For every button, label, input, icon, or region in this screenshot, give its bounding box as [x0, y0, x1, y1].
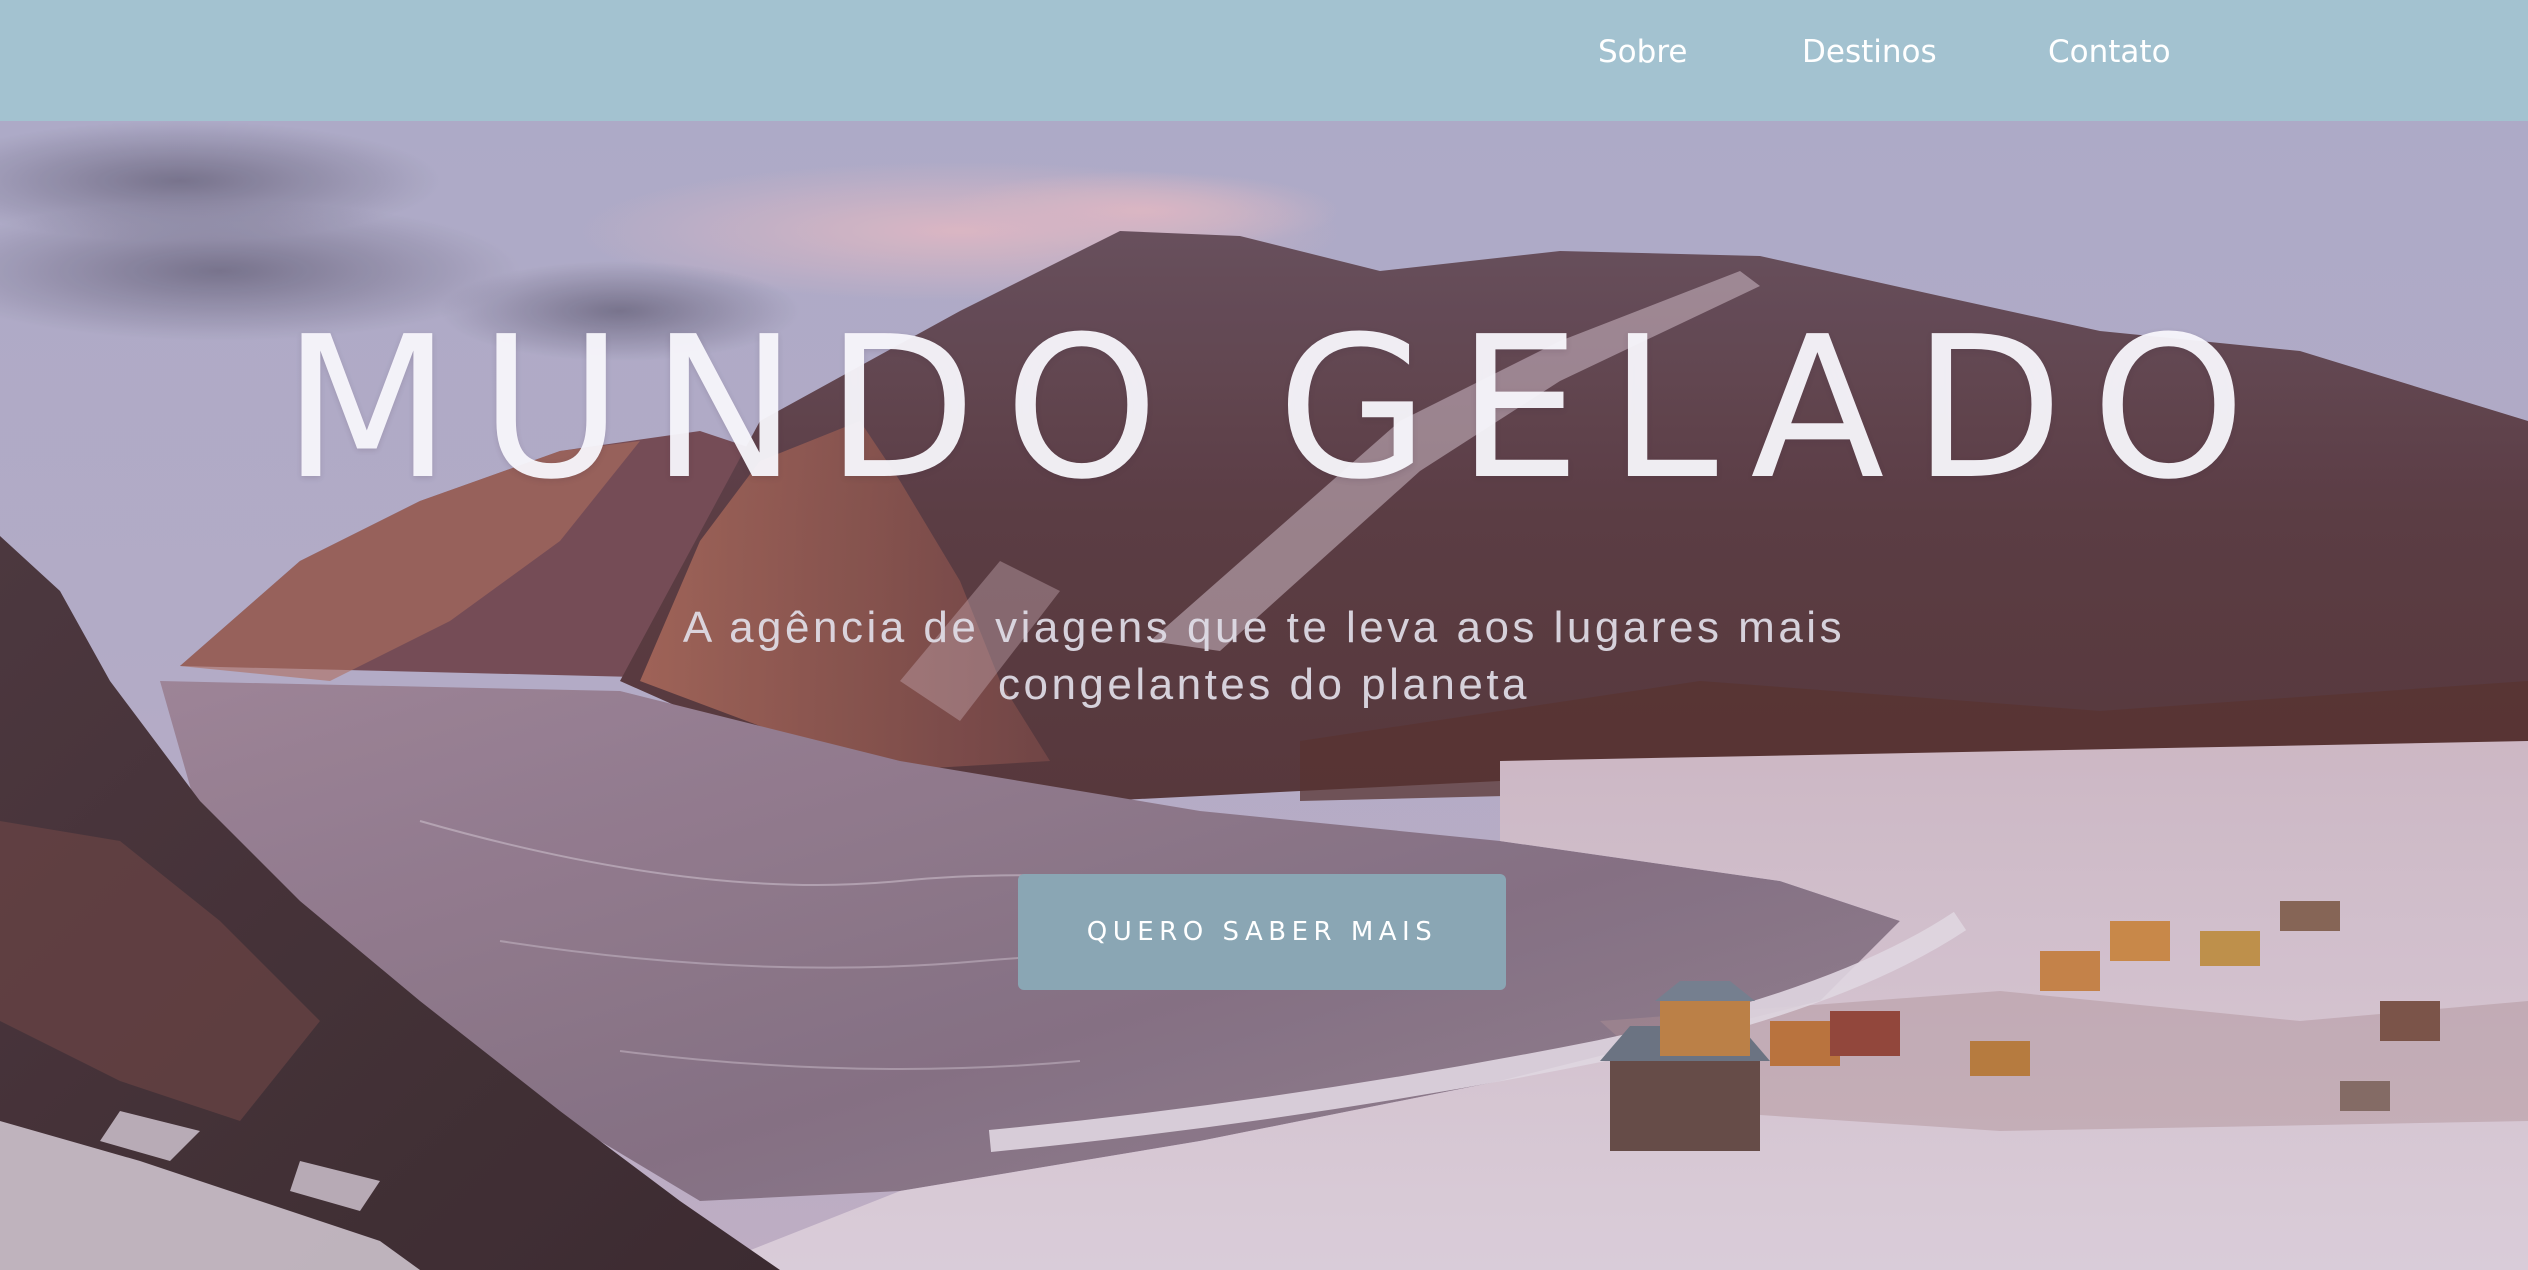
nav-link-destinos[interactable]: Destinos: [1802, 32, 1937, 72]
page: Sobre Destinos Contato MUNDO GELADO A ag…: [0, 0, 2528, 1270]
quero-saber-mais-button[interactable]: QUERO SABER MAIS: [1018, 874, 1506, 990]
hero-section: MUNDO GELADO A agência de viagens que te…: [0, 121, 2528, 1270]
hero-title: MUNDO GELADO: [282, 295, 2274, 523]
hero-subtitle: A agência de viagens que te leva aos lug…: [682, 603, 1846, 709]
top-navbar: Sobre Destinos Contato: [0, 0, 2528, 121]
nav-link-sobre[interactable]: Sobre: [1598, 32, 1687, 72]
nav-link-contato[interactable]: Contato: [2048, 32, 2171, 72]
